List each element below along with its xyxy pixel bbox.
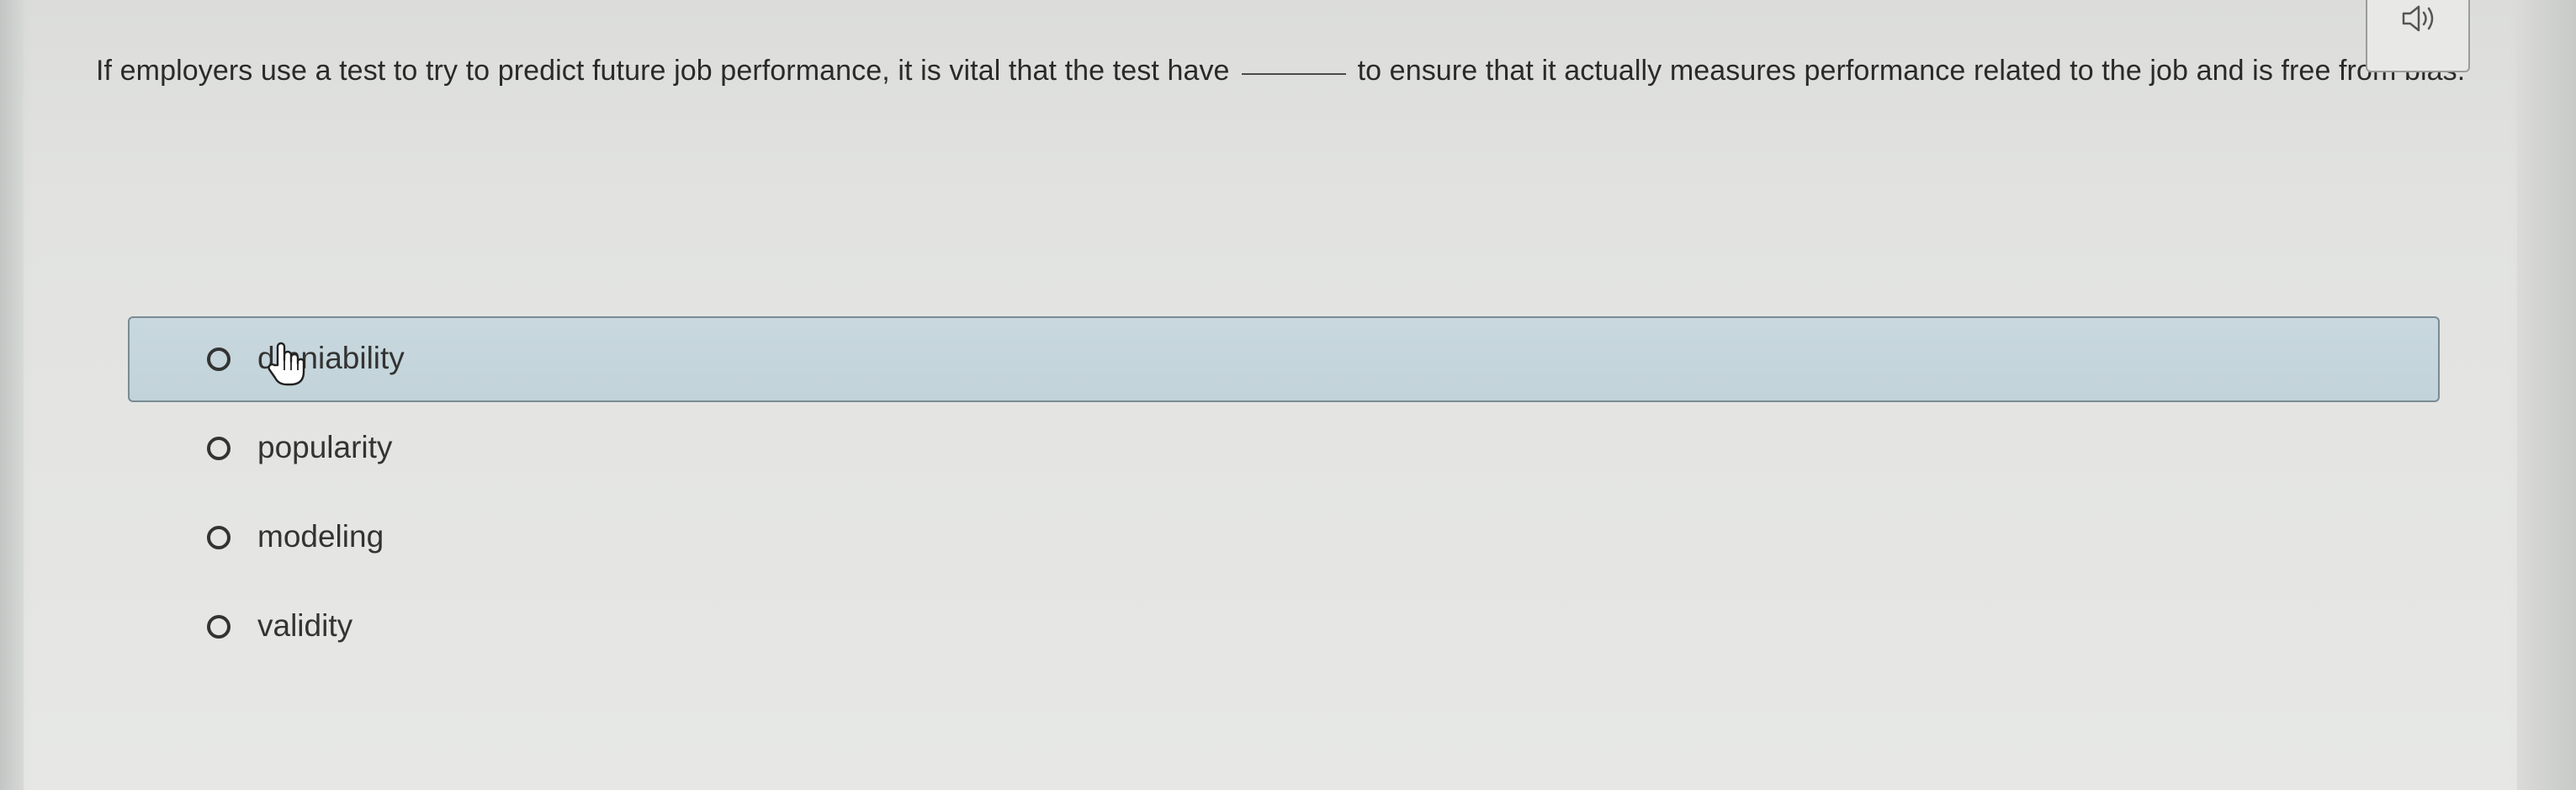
question-text: If employers use a test to try to predic…	[96, 49, 2468, 93]
option-label: validity	[257, 608, 353, 643]
screen-background: If employers use a test to try to predic…	[0, 0, 2576, 790]
answer-blank	[1241, 72, 1346, 75]
option-popularity[interactable]: popularity	[128, 416, 2441, 505]
radio-button[interactable]	[207, 526, 231, 549]
option-hover-highlight	[128, 316, 2440, 402]
option-label: popularity	[257, 430, 393, 464]
speaker-icon	[2402, 5, 2434, 32]
option-dmniability[interactable]: dmniability	[128, 316, 2441, 416]
radio-button[interactable]	[207, 437, 231, 460]
audio-button[interactable]	[2366, 0, 2470, 72]
option-label: modeling	[257, 519, 384, 554]
option-modeling[interactable]: modeling	[128, 505, 2441, 594]
question-part-1: If employers use a test to try to predic…	[96, 55, 1230, 87]
screen-right-edge	[2517, 0, 2576, 790]
question-part-2: to ensure that it actually measures perf…	[1357, 55, 2466, 87]
option-validity[interactable]: validity	[128, 594, 2441, 683]
radio-button[interactable]	[207, 347, 231, 371]
answer-options: dmniability popularity modeling validity	[128, 316, 2441, 683]
option-label: dmniability	[257, 341, 405, 375]
screen-left-edge	[0, 0, 24, 790]
radio-button[interactable]	[207, 615, 231, 639]
